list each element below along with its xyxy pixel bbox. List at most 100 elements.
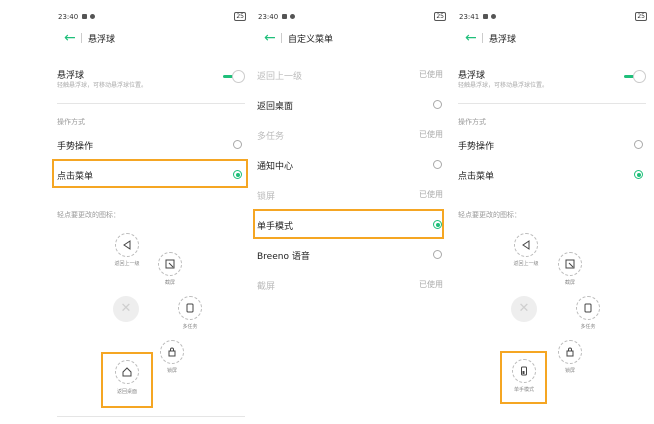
wifi-icon	[90, 14, 95, 19]
back-arrow-icon[interactable]: ←	[64, 29, 76, 47]
menu-item-label: 锁屏	[257, 192, 276, 202]
home-icon	[116, 361, 138, 383]
radio-home[interactable]	[433, 100, 442, 109]
back-arrow-icon[interactable]: ←	[264, 29, 276, 47]
radio-notifications[interactable]	[433, 160, 442, 169]
status-bar: 23:40 25	[252, 11, 452, 23]
radio-gesture[interactable]	[233, 140, 242, 149]
bubble-recents[interactable]	[178, 296, 202, 320]
hint-label: 轻点要更改的图标：	[57, 211, 120, 219]
option-click-menu-label: 点击菜单	[458, 172, 495, 182]
panel-floatball-settings-updated: 23:41 25 ← 悬浮球 悬浮球 轻触悬浮球，可移动悬浮球位置。 操作方式 …	[453, 0, 653, 424]
header: ← 自定义菜单	[252, 29, 452, 49]
menu-item-label: 返回上一级	[257, 72, 303, 82]
bubble-onehand-caption: 单手模式	[513, 387, 535, 393]
option-gesture-label: 手势操作	[458, 142, 495, 152]
close-icon: ✕	[120, 301, 132, 316]
onehand-phone-icon	[513, 360, 535, 382]
option-click-menu-label: 点击菜单	[57, 172, 94, 182]
menu-item-label: 单手模式	[257, 222, 294, 232]
header-divider	[281, 33, 282, 43]
battery-indicator: 25	[434, 12, 446, 21]
operation-section-label: 操作方式	[57, 118, 85, 126]
radio-click-menu[interactable]	[233, 170, 242, 179]
status-bar: 23:40 25	[52, 11, 252, 23]
notification-icon	[82, 14, 87, 19]
divider	[57, 416, 245, 417]
panel-custom-menu: 23:40 25 ← 自定义菜单 返回上一级 已使用 返回桌面 多任务 已使用 …	[252, 0, 452, 424]
bubble-home[interactable]	[115, 360, 139, 384]
status-bar: 23:41 25	[453, 11, 653, 23]
floatball-center[interactable]: ✕	[113, 296, 139, 322]
bubble-home-caption: 返回桌面	[116, 389, 138, 395]
status-time: 23:41	[459, 13, 480, 21]
bubble-screenshot[interactable]	[558, 252, 582, 276]
divider	[458, 103, 646, 104]
page-title: 悬浮球	[88, 35, 116, 45]
used-label: 已使用	[419, 280, 443, 289]
floatball-description: 轻触悬浮球，可移动悬浮球位置。	[458, 82, 549, 89]
screenshot-icon	[159, 253, 181, 275]
menu-item-label: 返回桌面	[257, 102, 294, 112]
floatball-switch[interactable]	[624, 70, 646, 83]
divider	[57, 103, 245, 104]
header: ← 悬浮球	[453, 29, 653, 49]
back-triangle-icon	[515, 234, 537, 256]
bubble-back[interactable]	[514, 233, 538, 257]
header: ← 悬浮球	[52, 29, 252, 49]
status-time: 23:40	[58, 13, 79, 21]
menu-item-label: 通知中心	[257, 162, 294, 172]
bubble-screenshot[interactable]	[158, 252, 182, 276]
bubble-lock-caption: 锁屏	[564, 368, 576, 374]
page-title: 悬浮球	[489, 35, 517, 45]
back-arrow-icon[interactable]: ←	[465, 29, 477, 47]
notification-icon	[483, 14, 488, 19]
used-label: 已使用	[419, 70, 443, 79]
used-label: 已使用	[419, 190, 443, 199]
battery-indicator: 25	[234, 12, 246, 21]
bubble-lock[interactable]	[558, 340, 582, 364]
bubble-onehand[interactable]	[512, 359, 536, 383]
used-label: 已使用	[419, 130, 443, 139]
bubble-back[interactable]	[115, 233, 139, 257]
bubble-lock-caption: 锁屏	[166, 368, 178, 374]
hint-label: 轻点要更改的图标：	[458, 211, 521, 219]
menu-item-label: Breeno 语音	[257, 252, 310, 262]
radio-onehand[interactable]	[433, 220, 442, 229]
bubble-back-caption: 返回上一级	[513, 261, 539, 267]
operation-section-label: 操作方式	[458, 118, 486, 126]
bubble-back-caption: 返回上一级	[114, 261, 140, 267]
close-icon: ✕	[518, 301, 530, 316]
battery-indicator: 25	[635, 12, 647, 21]
recents-icon	[577, 297, 599, 319]
floatball-switch[interactable]	[223, 70, 245, 83]
radio-gesture[interactable]	[634, 140, 643, 149]
back-triangle-icon	[116, 234, 138, 256]
wifi-icon	[290, 14, 295, 19]
bubble-lock[interactable]	[160, 340, 184, 364]
lock-icon	[161, 341, 183, 363]
floatball-toggle-row[interactable]: 悬浮球 轻触悬浮球，可移动悬浮球位置。	[57, 68, 245, 92]
panel-floatball-settings: 23:40 25 ← 悬浮球 悬浮球 轻触悬浮球，可移动悬浮球位置。 操作方式 …	[52, 0, 252, 424]
screenshot-icon	[559, 253, 581, 275]
floatball-center[interactable]: ✕	[511, 296, 537, 322]
floatball-toggle-row[interactable]: 悬浮球 轻触悬浮球，可移动悬浮球位置。	[458, 68, 646, 92]
lock-icon	[559, 341, 581, 363]
menu-item-label: 截屏	[257, 282, 276, 292]
header-divider	[482, 33, 483, 43]
header-divider	[81, 33, 82, 43]
recents-icon	[179, 297, 201, 319]
floatball-description: 轻触悬浮球，可移动悬浮球位置。	[57, 82, 148, 89]
bubble-recents[interactable]	[576, 296, 600, 320]
bubble-screenshot-caption: 截屏	[164, 280, 176, 286]
notification-icon	[282, 14, 287, 19]
radio-breeno[interactable]	[433, 250, 442, 259]
radio-click-menu[interactable]	[634, 170, 643, 179]
bubble-recents-caption: 多任务	[580, 324, 596, 330]
status-time: 23:40	[258, 13, 279, 21]
option-gesture-label: 手势操作	[57, 142, 94, 152]
bubble-recents-caption: 多任务	[182, 324, 198, 330]
page-title: 自定义菜单	[288, 35, 334, 45]
bubble-screenshot-caption: 截屏	[564, 280, 576, 286]
menu-item-label: 多任务	[257, 132, 285, 142]
